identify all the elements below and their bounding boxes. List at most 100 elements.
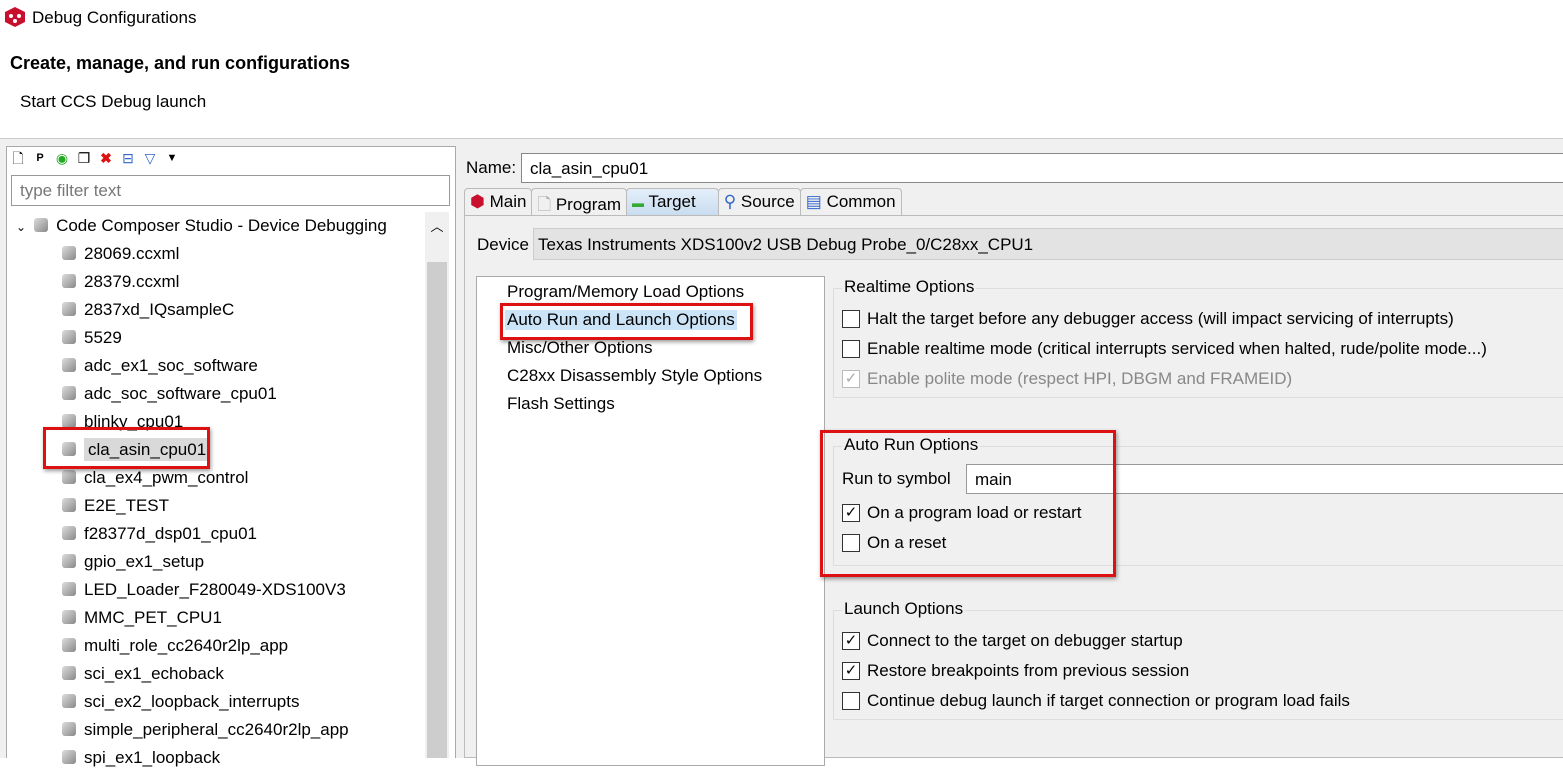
- config-item-label: simple_peripheral_cc2640r2lp_app: [84, 720, 349, 739]
- cube-icon: [62, 498, 76, 512]
- scrollbar-thumb[interactable]: [427, 262, 447, 758]
- cube-icon: [62, 722, 76, 736]
- restore-breakpoints-checkbox[interactable]: ✓ Restore breakpoints from previous sessi…: [842, 661, 1189, 681]
- tab-common[interactable]: ▤ Common: [799, 188, 902, 216]
- continue-launch-checkbox[interactable]: Continue debug launch if target connecti…: [842, 691, 1350, 711]
- device-select[interactable]: Texas Instruments XDS100v2 USB Debug Pro…: [533, 228, 1563, 260]
- program-icon: 🗋: [537, 195, 552, 214]
- polite-mode-checkbox[interactable]: ✓ Enable polite mode (respect HPI, DBGM a…: [842, 369, 1292, 389]
- scroll-up-icon[interactable]: ︿: [425, 212, 449, 235]
- config-item-label: sci_ex1_echoback: [84, 664, 224, 683]
- chevron-down-icon[interactable]: ⌄: [16, 220, 26, 234]
- config-item[interactable]: 5529: [12, 324, 424, 352]
- cube-icon: [62, 246, 76, 260]
- config-item-label: adc_ex1_soc_software: [84, 356, 258, 375]
- config-item-label: f28377d_dsp01_cpu01: [84, 524, 257, 543]
- page-title: Create, manage, and run configurations: [10, 53, 351, 73]
- halt-target-checkbox[interactable]: Halt the target before any debugger acce…: [842, 309, 1454, 329]
- config-item[interactable]: sci_ex2_loopback_interrupts: [12, 688, 424, 716]
- checkbox[interactable]: [842, 310, 860, 328]
- config-item[interactable]: 28379.ccxml: [12, 268, 424, 296]
- config-item[interactable]: 2837xd_IQsampleC: [12, 296, 424, 324]
- launch-options-group: Launch Options ✓ Connect to the target on…: [833, 599, 1563, 720]
- highlight-box: [820, 430, 1116, 577]
- tree-root-label: Code Composer Studio - Device Debugging: [56, 216, 387, 235]
- page-subtitle: Start CCS Debug launch: [20, 92, 207, 111]
- config-item[interactable]: spi_ex1_loopback: [12, 744, 424, 772]
- new-config-icon[interactable]: 🗋: [10, 150, 26, 166]
- group-title: Realtime Options: [842, 277, 977, 297]
- checkbox[interactable]: ✓: [842, 370, 860, 388]
- tree-root[interactable]: ⌄ Code Composer Studio - Device Debugging: [12, 212, 424, 240]
- checkbox[interactable]: [842, 692, 860, 710]
- config-item-label: multi_role_cc2640r2lp_app: [84, 636, 289, 655]
- delete-icon[interactable]: ✖: [98, 150, 114, 166]
- option-category-list: Program/Memory Load Options Auto Run and…: [476, 276, 825, 766]
- cube-icon: [62, 610, 76, 624]
- tab-source[interactable]: ⚲ Source: [717, 188, 801, 216]
- filter-icon[interactable]: ▽: [142, 150, 158, 166]
- config-item[interactable]: MMC_PET_CPU1: [12, 604, 424, 632]
- cube-icon: [62, 358, 76, 372]
- config-item[interactable]: f28377d_dsp01_cpu01: [12, 520, 424, 548]
- common-icon: ▤: [805, 192, 822, 211]
- cube-icon: [62, 414, 76, 428]
- cube-icon: [62, 694, 76, 708]
- tab-program[interactable]: 🗋 Program: [531, 188, 628, 216]
- filter-input[interactable]: type filter text: [11, 175, 450, 206]
- checkbox[interactable]: ✓: [842, 632, 860, 650]
- tab-target[interactable]: ▬ Target: [626, 188, 719, 216]
- option-disassembly[interactable]: C28xx Disassembly Style Options: [507, 366, 762, 386]
- cube-icon: [62, 302, 76, 316]
- config-item[interactable]: gpio_ex1_setup: [12, 548, 424, 576]
- realtime-mode-checkbox[interactable]: Enable realtime mode (critical interrupt…: [842, 339, 1487, 359]
- cube-icon: [62, 470, 76, 484]
- config-item[interactable]: E2E_TEST: [12, 492, 424, 520]
- view-menu-icon[interactable]: ▼: [164, 150, 180, 166]
- cube-icon: [62, 554, 76, 568]
- source-icon: ⚲: [723, 192, 737, 211]
- config-item-label: cla_ex4_pwm_control: [84, 468, 249, 487]
- export-icon[interactable]: ◉: [54, 150, 70, 166]
- config-item[interactable]: LED_Loader_F280049-XDS100V3: [12, 576, 424, 604]
- name-input[interactable]: cla_asin_cpu01: [521, 153, 1563, 183]
- checkbox-label: Enable realtime mode (critical interrupt…: [867, 339, 1487, 358]
- config-item[interactable]: adc_soc_software_cpu01: [12, 380, 424, 408]
- config-item[interactable]: adc_ex1_soc_software: [12, 352, 424, 380]
- collapse-all-icon[interactable]: ⊟: [120, 150, 136, 166]
- name-label: Name:: [466, 158, 517, 177]
- cube-icon: [62, 638, 76, 652]
- option-flash[interactable]: Flash Settings: [507, 394, 615, 414]
- cube-icon: [34, 218, 49, 232]
- config-item[interactable]: sci_ex1_echoback: [12, 660, 424, 688]
- tab-main[interactable]: ⬢ Main: [464, 188, 533, 216]
- cube-icon: [62, 330, 76, 344]
- config-item-label: 28379.ccxml: [84, 272, 180, 291]
- config-item[interactable]: 28069.ccxml: [12, 240, 424, 268]
- checkbox-label: Enable polite mode (respect HPI, DBGM an…: [867, 369, 1293, 388]
- realtime-options-group: Realtime Options Halt the target before …: [833, 277, 1563, 398]
- cube-icon: [62, 750, 76, 764]
- option-program-memory[interactable]: Program/Memory Load Options: [507, 282, 744, 302]
- new-prototype-icon[interactable]: P: [32, 150, 48, 166]
- option-misc[interactable]: Misc/Other Options: [507, 338, 653, 358]
- cube-icon: [62, 386, 76, 400]
- config-item[interactable]: multi_role_cc2640r2lp_app: [12, 632, 424, 660]
- config-item-label: 28069.ccxml: [84, 244, 180, 263]
- app-cube-icon: [5, 7, 25, 27]
- config-item-label: adc_soc_software_cpu01: [84, 384, 277, 403]
- checkbox-label: Halt the target before any debugger acce…: [867, 309, 1454, 328]
- config-item-label: 5529: [84, 328, 122, 347]
- checkbox[interactable]: ✓: [842, 662, 860, 680]
- cube-icon: [62, 582, 76, 596]
- checkbox[interactable]: [842, 340, 860, 358]
- tab-label: Main: [489, 192, 527, 211]
- duplicate-icon[interactable]: ❐: [76, 150, 92, 166]
- main-icon: ⬢: [470, 192, 485, 211]
- tab-bar: ⬢ Main 🗋 Program ▬ Target ⚲ Source ▤ Com…: [464, 188, 902, 216]
- connect-on-startup-checkbox[interactable]: ✓ Connect to the target on debugger start…: [842, 631, 1183, 651]
- checkbox-label: Connect to the target on debugger startu…: [867, 631, 1183, 650]
- config-item[interactable]: simple_peripheral_cc2640r2lp_app: [12, 716, 424, 744]
- cube-icon: [62, 526, 76, 540]
- config-item-label: gpio_ex1_setup: [84, 552, 205, 571]
